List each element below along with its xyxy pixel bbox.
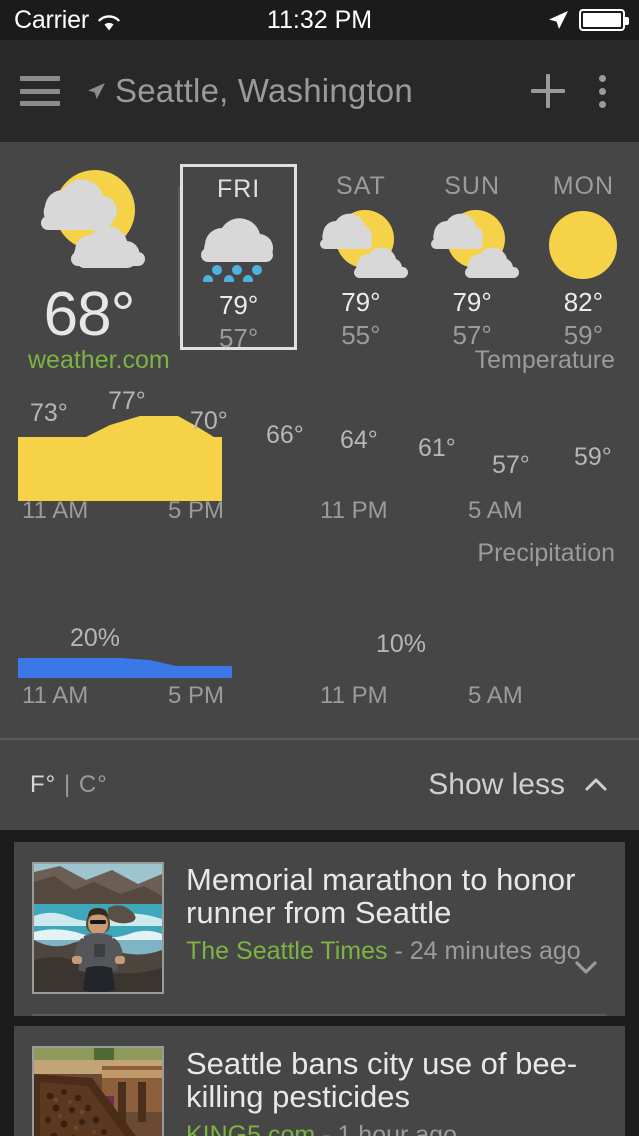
precipitation-chart-header: Precipitation [0, 521, 639, 568]
sunny-icon [543, 207, 623, 279]
current-conditions: 68° [0, 164, 178, 350]
axis-tick-label: 5 AM [468, 497, 523, 524]
wifi-icon [97, 11, 121, 31]
chevron-down-icon[interactable] [571, 952, 601, 982]
weather-source-link[interactable]: weather.com [28, 346, 170, 375]
temp-point-label: 77° [108, 387, 146, 415]
news-headline[interactable]: Memorial marathon to honor runner from S… [186, 863, 607, 930]
unit-fahrenheit[interactable]: F° [30, 771, 56, 798]
status-bar: Carrier 11:32 PM [0, 0, 639, 40]
day-label: MON [552, 172, 615, 200]
battery-full-icon [579, 9, 629, 31]
location-title-group[interactable]: Seattle, Washington [86, 72, 525, 110]
more-vertical-icon[interactable] [599, 74, 609, 108]
precipitation-chart-label: Precipitation [477, 539, 615, 567]
temp-point-label: 64° [340, 426, 378, 454]
weather-app-screen: Carrier 11:32 PM Seattle, Washington 68°… [0, 0, 639, 1136]
low-temperature: 55° [341, 320, 381, 350]
day-label: SAT [335, 172, 386, 200]
news-thumbnail [32, 1046, 164, 1136]
axis-tick-label: 5 PM [168, 497, 225, 524]
current-condition-icon [23, 166, 155, 275]
news-source[interactable]: The Seattle Times [186, 937, 387, 965]
temperature-axis: 11 AM 5 PM 11 PM 5 AM [0, 497, 639, 527]
forecast-day-sat[interactable]: SAT 79° 55° [305, 164, 416, 351]
show-less-label: Show less [428, 768, 565, 801]
man-on-rocky-coast-photo [34, 864, 162, 992]
news-text: Seattle bans city use of bee-killing pes… [186, 1046, 607, 1136]
news-separator: - [322, 1120, 331, 1136]
temp-point-label: 66° [266, 421, 304, 449]
temperature-chart: 73° 77° 70° 66° 64° 61° 57° 59° 11 AM 5 … [0, 381, 639, 524]
low-temperature: 59° [563, 320, 604, 350]
page-title: Seattle, Washington [115, 72, 413, 109]
unit-toggle[interactable]: F° | C° [30, 771, 108, 799]
unit-separator: | [63, 771, 72, 798]
location-arrow-icon [86, 81, 106, 101]
news-separator: - [394, 936, 403, 965]
news-timestamp: 24 minutes ago [409, 936, 581, 965]
news-source[interactable]: KING5.com [186, 1121, 315, 1136]
partly-cloudy-icon [420, 207, 524, 279]
temp-point-label: 70° [190, 407, 228, 435]
precipitation-chart: 20% 10% 11 AM 5 PM 11 PM 5 AM [0, 608, 639, 720]
partly-cloudy-icon [309, 207, 413, 279]
high-temperature: 79° [452, 287, 492, 317]
weather-card: 68° FRI 79° 57° SAT 79° 55° SUN 79° 57° … [0, 142, 639, 830]
temp-point-label: 61° [418, 434, 456, 462]
app-bar: Seattle, Washington [0, 40, 639, 142]
status-bar-left: Carrier [14, 6, 121, 35]
temp-point-label: 73° [30, 399, 68, 427]
carrier-label: Carrier [14, 5, 89, 34]
chevron-up-icon [583, 772, 609, 798]
precip-point-label: 10% [376, 630, 427, 658]
axis-tick-label: 11 PM [320, 497, 388, 524]
axis-tick-label: 5 PM [168, 682, 225, 709]
precipitation-axis: 11 AM 5 PM 11 PM 5 AM [0, 682, 639, 712]
high-temperature: 79° [341, 287, 381, 317]
high-temperature: 79° [218, 290, 259, 320]
axis-tick-label: 11 PM [320, 682, 388, 709]
show-less-button[interactable]: Show less [428, 768, 609, 802]
low-temperature: 57° [452, 320, 492, 350]
news-card[interactable]: Seattle bans city use of bee-killing pes… [14, 1026, 625, 1136]
day-label: FRI [216, 175, 261, 203]
day-label: SUN [444, 172, 501, 200]
high-temperature: 82° [563, 287, 604, 317]
temp-point-label: 59° [574, 443, 612, 471]
news-byline: KING5.com - 1 hour ago [186, 1121, 607, 1136]
low-temperature: 57° [218, 323, 259, 353]
forecast-day-sun[interactable]: SUN 79° 57° [417, 164, 528, 351]
beehive-swarm-photo [34, 1048, 162, 1136]
forecast-row: 68° FRI 79° 57° SAT 79° 55° SUN 79° 57° … [0, 142, 639, 353]
forecast-day-mon[interactable]: MON 82° 59° [528, 164, 639, 351]
news-byline: The Seattle Times - 24 minutes ago [186, 937, 607, 966]
status-bar-right [547, 9, 629, 31]
news-thumbnail [32, 862, 164, 994]
news-item[interactable]: Memorial marathon to honor runner from S… [32, 862, 607, 1000]
news-card[interactable]: Memorial marathon to honor runner from S… [14, 842, 625, 1016]
news-headline[interactable]: Seattle bans city use of bee-killing pes… [186, 1047, 607, 1114]
news-section: Memorial marathon to honor runner from S… [0, 830, 639, 1136]
units-and-collapse-bar: F° | C° Show less [0, 738, 639, 830]
precip-point-label: 20% [70, 624, 121, 652]
news-divider [32, 1014, 607, 1016]
axis-tick-label: 11 AM [22, 682, 89, 709]
location-arrow-icon [547, 9, 569, 31]
temp-point-label: 57° [492, 451, 530, 479]
news-timestamp: 1 hour ago [337, 1120, 457, 1136]
unit-celsius[interactable]: C° [79, 771, 108, 798]
axis-tick-label: 11 AM [22, 497, 89, 524]
rain-cloud-icon [191, 210, 287, 282]
daily-forecast-list: FRI 79° 57° SAT 79° 55° SUN 79° 57° MON … [180, 164, 639, 353]
hamburger-menu-icon[interactable] [20, 76, 60, 106]
current-temperature: 68° [43, 280, 136, 349]
news-item[interactable]: Seattle bans city use of bee-killing pes… [32, 1046, 607, 1136]
plus-icon[interactable] [525, 68, 571, 114]
news-text: Memorial marathon to honor runner from S… [186, 862, 607, 994]
axis-tick-label: 5 AM [468, 682, 523, 709]
forecast-day-fri[interactable]: FRI 79° 57° [180, 164, 298, 353]
